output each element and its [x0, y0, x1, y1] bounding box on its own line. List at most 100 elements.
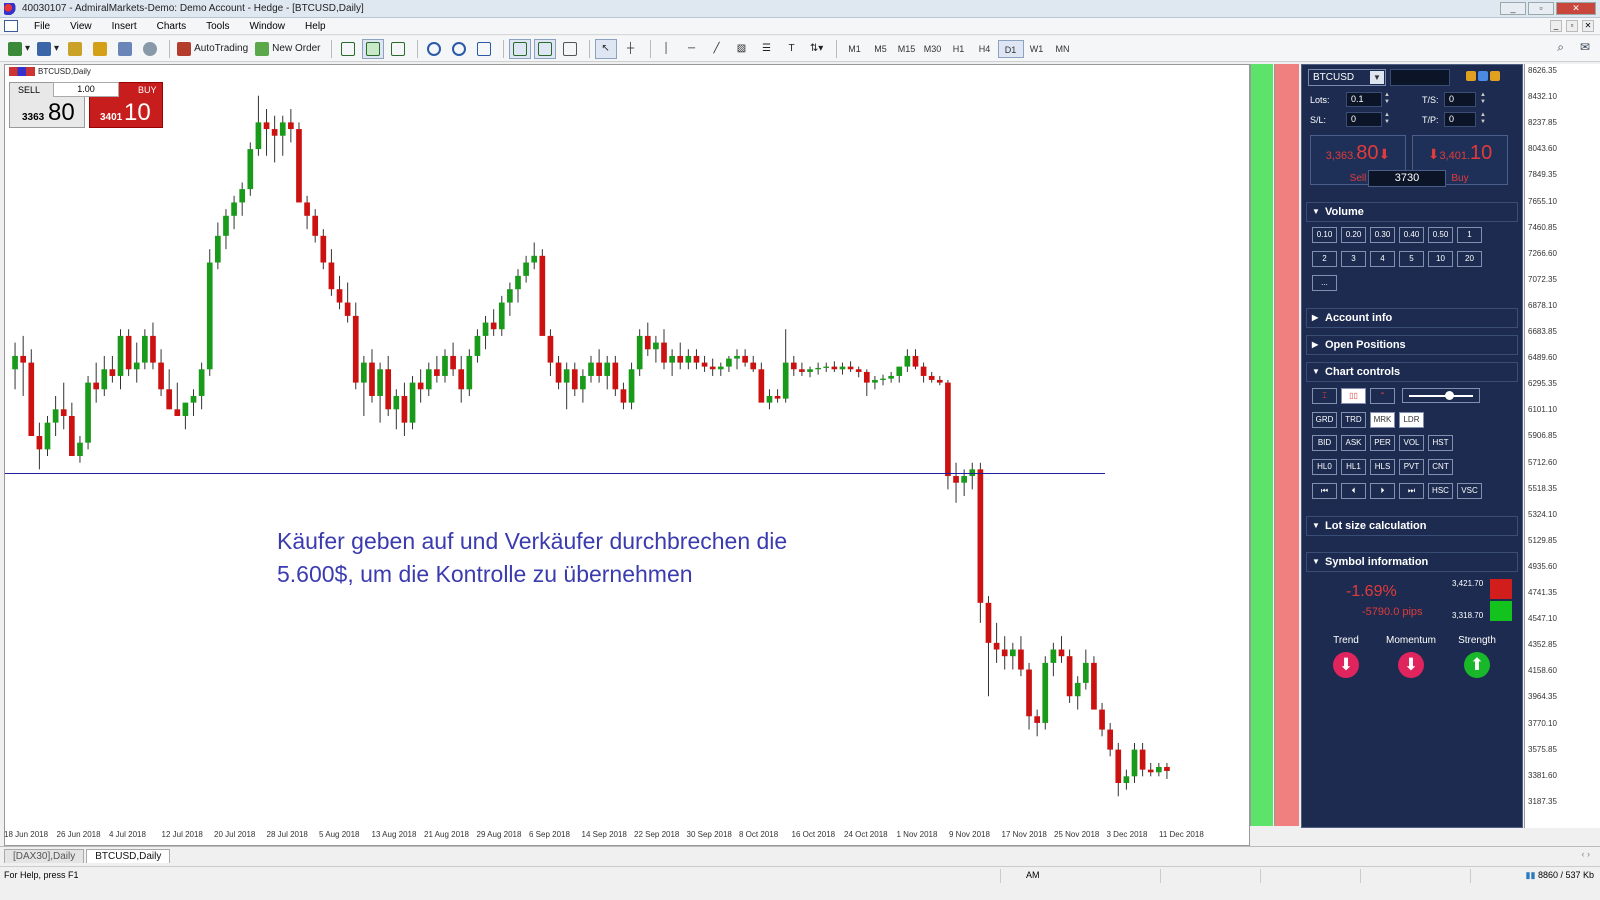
chevron-down-icon[interactable]: ▼: [1370, 71, 1384, 84]
chart-ctrl-button[interactable]: HL0: [1312, 459, 1337, 475]
volume-section-header[interactable]: ▼ Volume: [1306, 202, 1518, 222]
menu-file[interactable]: File: [24, 21, 60, 32]
tab-btcusd-daily[interactable]: BTCUSD,Daily: [86, 849, 171, 863]
zoom-in-button[interactable]: [423, 39, 445, 59]
tile-windows-button[interactable]: [473, 39, 495, 59]
vertical-line-button[interactable]: │: [656, 39, 678, 59]
chart-ctrl-button[interactable]: CNT: [1428, 459, 1453, 475]
timeframe-d1[interactable]: D1: [997, 39, 1024, 58]
chart-ctrl-button[interactable]: ASK: [1341, 435, 1366, 451]
navigator-button[interactable]: [114, 39, 136, 59]
chart-ctrl-button[interactable]: HL1: [1341, 459, 1366, 475]
volume-button[interactable]: 2: [1312, 251, 1337, 267]
lots-spinner[interactable]: ▲ ▼: [1384, 92, 1390, 107]
chart-ctrl-button[interactable]: TRD: [1341, 412, 1366, 428]
search-icon[interactable]: ⌕: [1557, 40, 1564, 55]
chart-ctrl-button[interactable]: HLS: [1370, 459, 1395, 475]
child-minimize-button[interactable]: _: [1550, 20, 1562, 32]
timeframe-m30[interactable]: M30: [920, 40, 946, 58]
profiles-button[interactable]: ▾: [35, 39, 61, 59]
volume-button[interactable]: 4: [1370, 251, 1395, 267]
chart-ctrl-button[interactable]: ⏴: [1341, 483, 1366, 499]
channel-button[interactable]: ▧: [731, 39, 753, 59]
signals-button[interactable]: [139, 39, 161, 59]
ts-spinner[interactable]: ▲ ▼: [1480, 92, 1486, 107]
arrows-button[interactable]: ⇅▾: [806, 39, 828, 59]
menu-insert[interactable]: Insert: [102, 21, 147, 32]
chart-annotation[interactable]: Käufer geben auf und Verkäufer durchbrec…: [277, 525, 837, 591]
candle-chart-toggle[interactable]: ▯▯: [1341, 388, 1366, 404]
document-icon[interactable]: [4, 20, 18, 32]
menu-view[interactable]: View: [60, 21, 102, 32]
indicators-button[interactable]: [559, 39, 581, 59]
timeframe-w1[interactable]: W1: [1024, 40, 1050, 58]
chart-ctrl-button[interactable]: HSC: [1428, 483, 1453, 499]
lots-input[interactable]: 0.1: [1346, 92, 1382, 107]
chart-shift-button[interactable]: [533, 38, 556, 59]
timeframe-m15[interactable]: M15: [894, 40, 920, 58]
timeframe-m1[interactable]: M1: [842, 40, 868, 58]
line-chart-button[interactable]: [387, 39, 409, 59]
crosshair-button[interactable]: ┼: [620, 39, 642, 59]
line-chart-toggle[interactable]: ⌃: [1370, 388, 1395, 404]
chart-ctrl-button[interactable]: PVT: [1399, 459, 1424, 475]
chart-ctrl-button[interactable]: LDR: [1399, 412, 1424, 428]
bar-chart-toggle[interactable]: ⌶: [1312, 388, 1337, 404]
market-watch-button[interactable]: [64, 39, 86, 59]
symbol-info-section[interactable]: ▼ Symbol information: [1306, 552, 1518, 572]
settings-icon[interactable]: [1466, 71, 1476, 81]
volume-button[interactable]: 5: [1399, 251, 1424, 267]
zoom-out-button[interactable]: [448, 39, 470, 59]
tp-spinner[interactable]: ▲ ▼: [1480, 112, 1486, 127]
slider-knob[interactable]: [1445, 391, 1454, 400]
volume-button[interactable]: 0.50: [1428, 227, 1453, 243]
text-button[interactable]: T: [781, 39, 803, 59]
chart-window[interactable]: BTCUSD,Daily SELL 3363 80 1.00 BUY 3401 …: [4, 64, 1250, 846]
new-chart-button[interactable]: ▾: [6, 39, 32, 59]
account-info-section[interactable]: ▶ Account info: [1306, 308, 1518, 328]
new-order-button[interactable]: New Order: [253, 39, 322, 59]
minimize-button[interactable]: _: [1500, 2, 1526, 15]
menu-help[interactable]: Help: [295, 21, 336, 32]
volume-button[interactable]: 10: [1428, 251, 1453, 267]
restore-button[interactable]: ▫: [1528, 2, 1554, 15]
timeframe-m5[interactable]: M5: [868, 40, 894, 58]
volume-button[interactable]: 20: [1457, 251, 1482, 267]
open-positions-section[interactable]: ▶ Open Positions: [1306, 335, 1518, 355]
bar-chart-button[interactable]: [337, 39, 359, 59]
chart-ctrl-button[interactable]: PER: [1370, 435, 1395, 451]
autotrading-button[interactable]: AutoTrading: [175, 39, 250, 59]
symbol-select[interactable]: BTCUSD ▼: [1308, 69, 1386, 86]
ts-input[interactable]: 0: [1444, 92, 1476, 107]
window-icon[interactable]: [1490, 71, 1500, 81]
chart-ctrl-button[interactable]: ⏭: [1399, 483, 1424, 499]
close-button[interactable]: ✕: [1556, 2, 1596, 15]
child-restore-button[interactable]: ▫: [1566, 20, 1578, 32]
menu-window[interactable]: Window: [239, 21, 295, 32]
chart-ctrl-button[interactable]: BID: [1312, 435, 1337, 451]
chart-ctrl-button[interactable]: GRD: [1312, 412, 1337, 428]
tab-dax30-daily[interactable]: [DAX30],Daily: [4, 849, 85, 863]
menu-charts[interactable]: Charts: [147, 21, 196, 32]
chart-ctrl-button[interactable]: VOL: [1399, 435, 1424, 451]
volume-button[interactable]: 0.40: [1399, 227, 1424, 243]
auto-scroll-button[interactable]: [508, 38, 531, 59]
candlestick-button[interactable]: [361, 38, 384, 59]
cursor-button[interactable]: ↖: [594, 38, 617, 59]
chart-ctrl-button[interactable]: VSC: [1457, 483, 1482, 499]
fibonacci-button[interactable]: ☰: [756, 39, 778, 59]
horizontal-line-button[interactable]: ─: [681, 39, 703, 59]
chart-ctrl-button[interactable]: ⏮: [1312, 483, 1337, 499]
timeframe-h4[interactable]: H4: [972, 40, 998, 58]
tp-input[interactable]: 0: [1444, 112, 1476, 127]
chart-scale-slider[interactable]: [1402, 388, 1480, 403]
volume-button[interactable]: 1: [1457, 227, 1482, 243]
volume-button[interactable]: 3: [1341, 251, 1366, 267]
trendline-button[interactable]: ╱: [706, 39, 728, 59]
volume-more-button[interactable]: ...: [1312, 275, 1337, 291]
menu-tools[interactable]: Tools: [196, 21, 239, 32]
child-close-button[interactable]: ✕: [1582, 20, 1594, 32]
timeframe-h1[interactable]: H1: [946, 40, 972, 58]
sl-spinner[interactable]: ▲ ▼: [1384, 112, 1390, 127]
chart-ctrl-button[interactable]: HST: [1428, 435, 1453, 451]
